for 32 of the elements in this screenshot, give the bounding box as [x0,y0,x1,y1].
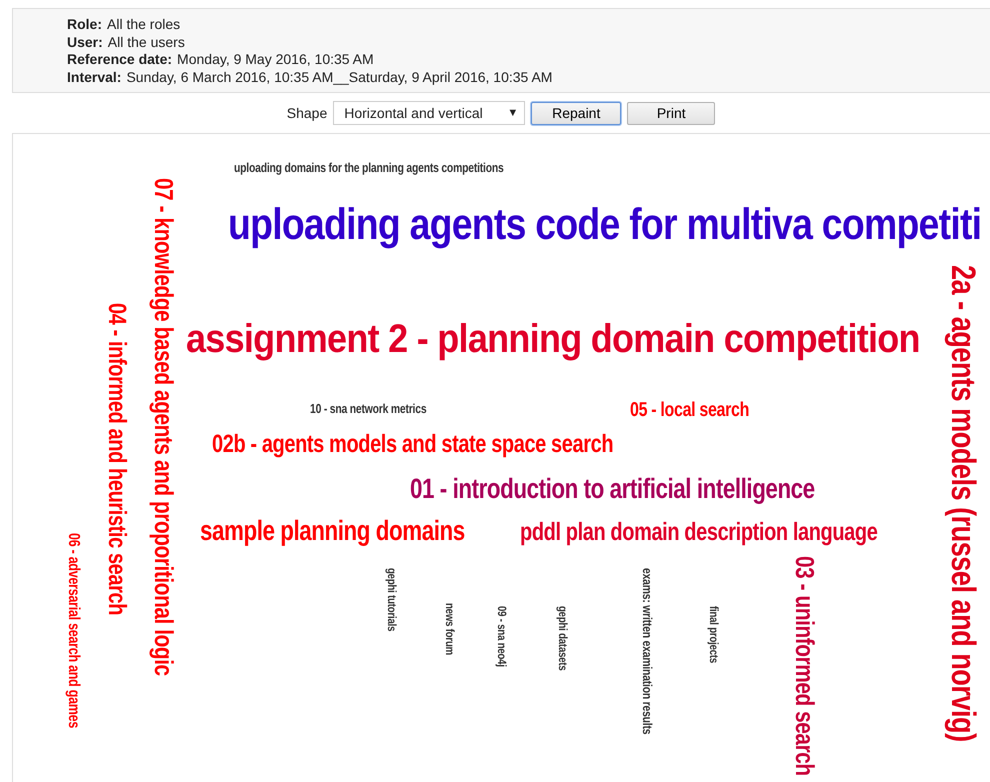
cloud-word[interactable]: 05 - local search [630,399,750,421]
cloud-word[interactable]: 03 - uninformed search [790,556,819,776]
cloud-word[interactable]: 01 - introduction to artificial intelligence [410,474,815,505]
cloud-word[interactable]: uploading agents code for multiva competiti [228,201,982,250]
cloud-word[interactable]: 06 - adversarial search and games [64,533,82,728]
filter-label: Role: [67,16,102,34]
filter-label: Reference date: [67,51,172,68]
cloud-word[interactable]: pddl plan domain description language [520,519,878,546]
repaint-button[interactable]: Repaint [531,102,622,124]
cloud-word[interactable]: exams: written examination results [640,568,654,734]
cloud-word[interactable]: 02b - agents models and state space search [212,431,614,458]
cloud-word[interactable]: uploading domains for the planning agents competitions [234,161,504,176]
cloud-word[interactable]: final projects [707,606,720,664]
cloud-word[interactable]: 10 - sna network metrics [310,402,426,416]
filter-value: Sunday, 6 March 2016, 10:35 AM__Saturday, 9 April 2016, 10:35 AM [126,68,552,86]
cloud-word[interactable]: 04 - informed and heuristic search [102,303,130,616]
shape-select[interactable]: Horizontal and vertical ▼ [333,101,526,125]
filter-label: Interval: [67,68,122,86]
shape-label: Shape [286,105,328,121]
filter-value: All the roles [107,16,180,34]
cloud-word[interactable]: gephi tutorials [385,568,398,632]
cloud-word[interactable]: news forum [443,603,456,655]
cloud-word[interactable]: 07 - knowledge based agents and proporitional logic [149,178,178,676]
cloud-word[interactable]: gephi datasets [556,606,570,671]
cloud-word[interactable]: 09 - sna neo4j [495,606,508,667]
filter-value: Monday, 9 May 2016, 10:35 AM [177,51,374,68]
filter-value: All the users [108,34,185,51]
print-button[interactable]: Print [627,102,716,124]
cloud-word[interactable]: sample planning domains [200,516,465,547]
cloud-word[interactable]: 2a - agents models (russel and norvig) [944,265,982,742]
cloud-word[interactable]: assignment 2 - planning domain competition [186,317,920,361]
filter-label: User: [67,34,103,51]
